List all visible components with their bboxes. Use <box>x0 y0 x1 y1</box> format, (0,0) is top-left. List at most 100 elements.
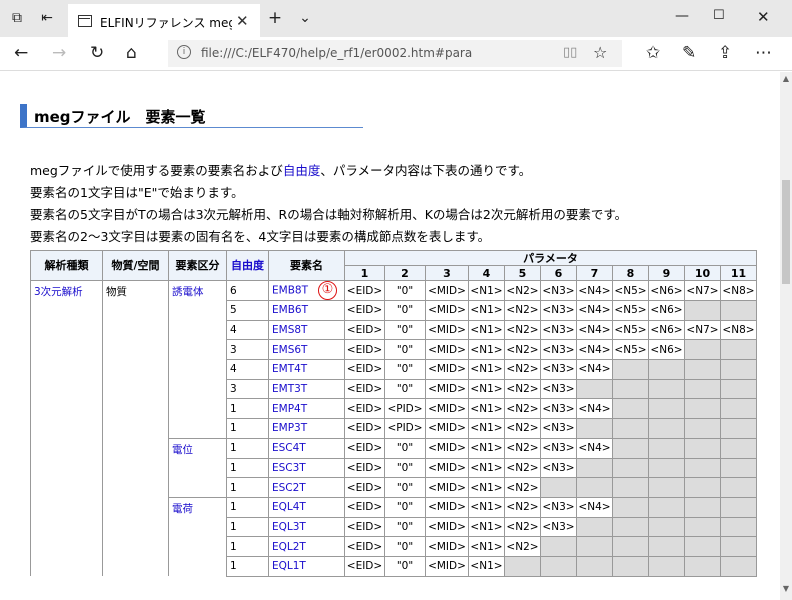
element-name-link[interactable]: ESC3T <box>272 462 306 474</box>
element-name-link[interactable]: EMP4T <box>272 403 307 415</box>
element-name-link[interactable]: EMB8T <box>272 285 308 297</box>
param-cell: <N3> <box>540 319 577 341</box>
param-cell: <MID> <box>425 280 469 301</box>
param-cell: <N2> <box>504 457 541 479</box>
element-name-cell: EQL3T <box>268 516 345 538</box>
header-analysis: 解析種類 <box>30 250 103 281</box>
element-name-cell: EQL1T <box>268 555 345 577</box>
element-name-link[interactable]: EMS6T <box>272 344 307 356</box>
param-cell: <N2> <box>504 437 541 459</box>
table-body: 3次元解析 物質 誘電体 6 EMB8T ① <EID> "0" <MID> <N1> <N2> <N… <box>30 280 757 577</box>
address-url[interactable]: file:///C:/ELF470/help/e_rf1/er0002.htm#… <box>201 46 472 60</box>
favorite-star-icon[interactable]: ☆ <box>593 43 607 62</box>
header-params: パラメータ <box>344 250 757 266</box>
param-cell: <N2> <box>504 516 541 538</box>
forward-arrow-icon[interactable]: → <box>52 44 66 62</box>
param-cell: <N3> <box>540 398 577 420</box>
dof-cell: 1 <box>226 418 269 439</box>
param-cell: <MID> <box>425 536 469 557</box>
param-cell: <N3> <box>540 359 577 380</box>
element-name-link[interactable]: EMS8T <box>272 324 307 336</box>
object-cell <box>102 320 169 340</box>
tab-actions-icon[interactable]: ⧉ <box>8 9 26 27</box>
kind-link[interactable]: 誘電体 <box>168 280 227 301</box>
analysis-type-link[interactable]: 3次元解析 <box>30 280 103 301</box>
kind-cell <box>168 458 227 478</box>
chevron-down-icon[interactable]: ⌄ <box>296 9 314 27</box>
intro-line-4: 要素名の2～3文字目は要素の固有名を、4文字目は要素の構成節点数を表します。 <box>30 229 491 244</box>
element-name-link[interactable]: EQL4T <box>272 501 306 513</box>
pen-icon[interactable]: ✎ <box>682 44 696 62</box>
table-row: 1 ESC3T <EID> "0" <MID> <N1> <N2> <N3> <box>30 457 757 479</box>
empty-param-cell <box>684 536 721 557</box>
empty-param-cell <box>720 359 757 380</box>
element-name-link[interactable]: EMP3T <box>272 422 307 434</box>
scroll-thumb[interactable] <box>782 180 790 284</box>
param-cell: "0" <box>384 477 426 498</box>
param-cell: <N6> <box>648 319 685 341</box>
home-icon[interactable]: ⌂ <box>126 44 137 62</box>
kind-link[interactable]: 電荷 <box>168 496 227 518</box>
kind-cell <box>168 556 227 577</box>
share-icon[interactable]: ⇪ <box>718 44 732 62</box>
empty-param-cell <box>684 398 721 420</box>
info-icon[interactable]: i <box>177 45 191 59</box>
dof-cell: 4 <box>226 359 269 380</box>
header-dof-link[interactable]: 自由度 <box>226 250 269 281</box>
element-name-link[interactable]: EQL1T <box>272 560 306 572</box>
scroll-down-icon[interactable]: ▼ <box>780 584 792 593</box>
annotation-marker: ① <box>318 281 337 300</box>
kind-cell <box>168 359 227 380</box>
empty-param-cell <box>648 496 685 518</box>
header-param-4: 4 <box>468 265 505 281</box>
kind-link[interactable]: 電位 <box>168 437 227 458</box>
param-cell: <N1> <box>468 437 505 459</box>
back-arrow-icon[interactable]: ← <box>14 44 28 62</box>
element-name-link[interactable]: ESC4T <box>272 442 306 454</box>
dof-link[interactable]: 自由度 <box>283 163 321 178</box>
param-cell: <N4> <box>576 319 613 341</box>
empty-param-cell <box>648 516 685 538</box>
empty-param-cell <box>648 536 685 557</box>
element-name-link[interactable]: EQL3T <box>272 521 306 533</box>
object-cell <box>102 477 169 498</box>
reading-view-icon[interactable]: ▯▯ <box>563 45 577 60</box>
refresh-icon[interactable]: ↻ <box>90 44 104 62</box>
dof-cell: 1 <box>226 555 269 577</box>
element-name-cell: EQL2T <box>268 536 345 557</box>
element-name-link[interactable]: EMT4T <box>272 363 307 375</box>
param-cell: <N1> <box>468 300 505 321</box>
empty-param-cell <box>612 555 649 577</box>
param-cell: <N1> <box>468 378 505 400</box>
close-icon[interactable]: ✕ <box>757 8 770 26</box>
analysis-cell <box>30 300 103 321</box>
object-cell <box>102 398 169 419</box>
object-cell <box>102 339 169 360</box>
object-cell <box>102 300 169 321</box>
address-bar[interactable]: i file:///C:/ELF470/help/e_rf1/er0002.ht… <box>168 40 622 67</box>
element-name-cell: ESC4T <box>268 437 345 459</box>
element-name-cell: EMS8T <box>268 319 345 341</box>
element-name-link[interactable]: EQL2T <box>272 541 306 553</box>
empty-param-cell <box>648 457 685 479</box>
element-name-link[interactable]: EMB6T <box>272 304 308 316</box>
table-row: 4 EMS8T <EID> "0" <MID> <N1> <N2> <N3> <N4> <N5> <… <box>30 319 757 341</box>
browser-tab[interactable]: ELFINリファレンス megファ ✕ <box>68 4 260 37</box>
scroll-up-icon[interactable]: ▲ <box>780 74 792 83</box>
element-name-link[interactable]: ESC2T <box>272 482 306 494</box>
favorites-icon[interactable]: ✩ <box>646 44 660 62</box>
param-cell: <MID> <box>425 398 469 420</box>
table-row: 電位 1 ESC4T <EID> "0" <MID> <N1> <N2> <N3> <N4> <box>30 437 757 459</box>
param-cell: "0" <box>384 359 426 380</box>
analysis-cell <box>30 477 103 498</box>
plus-icon[interactable]: + <box>266 9 284 27</box>
more-icon[interactable]: ⋯ <box>755 44 772 62</box>
close-tab-icon[interactable]: ✕ <box>236 12 249 30</box>
param-cell: <N1> <box>468 398 505 420</box>
element-name-link[interactable]: EMT3T <box>272 383 307 395</box>
vertical-scrollbar[interactable]: ▲ ▼ <box>780 72 792 600</box>
set-aside-tabs-icon[interactable]: ⇤ <box>38 9 56 27</box>
maximize-icon[interactable]: ☐ <box>713 8 725 23</box>
header-param-5: 5 <box>504 265 541 281</box>
minimize-icon[interactable]: — <box>675 8 689 24</box>
